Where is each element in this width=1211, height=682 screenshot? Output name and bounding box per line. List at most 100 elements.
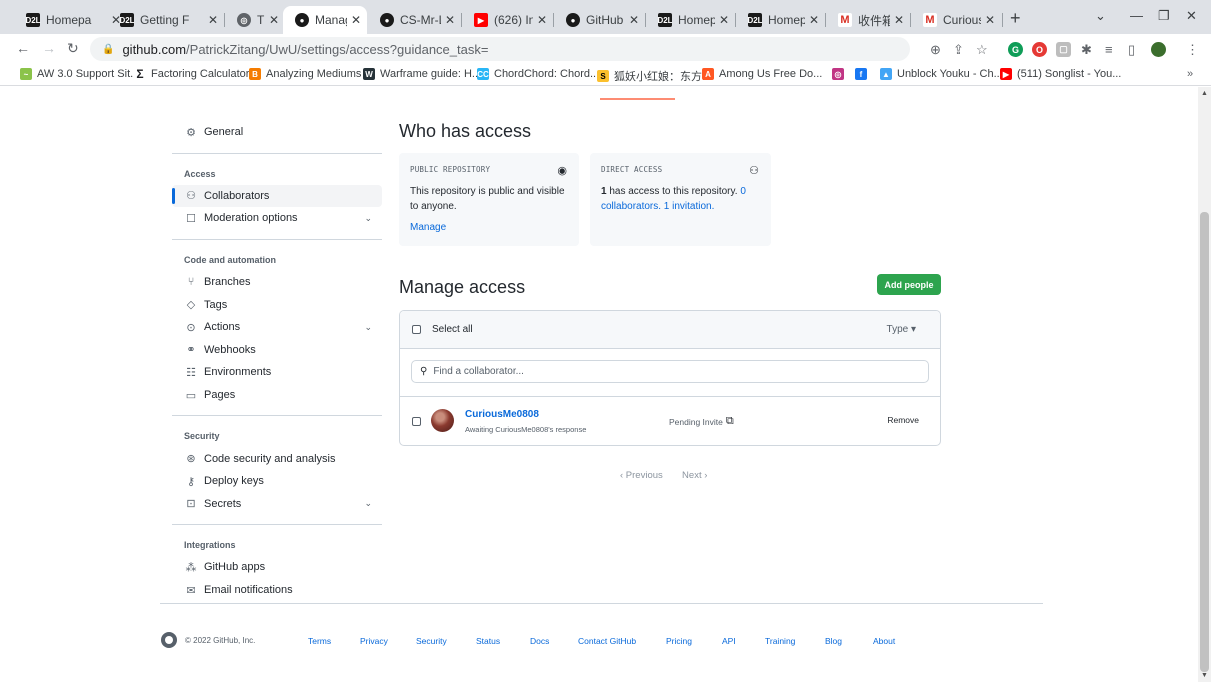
collaborators-box: Select all Type ▾ ⚲ Find a collaborator.… [399, 310, 941, 446]
reload-icon[interactable]: ↻ [67, 40, 79, 57]
close-icon[interactable]: ✕ [719, 13, 729, 27]
bookmark[interactable]: B Analyzing Mediums [249, 68, 361, 80]
bookmark[interactable]: f [855, 68, 872, 80]
new-tab-icon[interactable]: + [1010, 8, 1021, 29]
browser-tab[interactable]: ◎The Ultim✕ [225, 6, 285, 34]
sidebar-item-webhooks[interactable]: ⚭ Webhooks [172, 339, 382, 362]
row-checkbox[interactable] [412, 416, 421, 426]
browser-tab[interactable]: M收件箱 (✕ [826, 6, 910, 34]
profile-avatar[interactable] [1151, 42, 1166, 57]
sidebar-item-email-notifications[interactable]: ✉ Email notifications [172, 579, 382, 602]
collaborator-name-link[interactable]: CuriousMe0808 [465, 409, 539, 420]
close-icon[interactable]: ✕ [445, 13, 455, 27]
bookmark[interactable]: ▲ Unblock Youku - Ch... [880, 68, 1003, 80]
footer-link-terms[interactable]: Terms [308, 636, 331, 646]
side-panel-icon[interactable]: ▯ [1128, 42, 1135, 58]
minimize-icon[interactable]: — [1130, 8, 1143, 23]
bookmark[interactable]: CC ChordChord: Chord... [477, 68, 599, 80]
facebook-icon: f [855, 68, 867, 80]
more-bookmarks-icon[interactable]: » [1187, 68, 1193, 80]
puzzle-icon[interactable]: ✱ [1081, 42, 1092, 58]
footer-link-security[interactable]: Security [416, 636, 447, 646]
avatar [431, 409, 454, 432]
back-icon[interactable]: ← [16, 40, 30, 56]
close-icon[interactable]: ✕ [351, 13, 361, 27]
public-repository-card: PUBLIC REPOSITORY ◉ This repository is p… [399, 153, 579, 246]
footer-link-privacy[interactable]: Privacy [360, 636, 388, 646]
browser-tab[interactable]: D2LHomepa✕ [736, 6, 825, 34]
close-icon[interactable]: ✕ [894, 13, 904, 27]
footer-link-api[interactable]: API [722, 636, 736, 646]
address-bar[interactable]: 🔒 github.com/PatrickZitang/UwU/settings/… [90, 37, 910, 61]
chevron-down-icon: ⌄ [364, 498, 372, 509]
add-people-button[interactable]: Add people [877, 274, 941, 295]
share-icon[interactable]: ⇪ [953, 42, 964, 58]
manage-visibility-link[interactable]: Manage [410, 222, 446, 233]
sidebar-item-collaborators[interactable]: ⚇ Collaborators [172, 184, 382, 208]
sidebar-item-deploy-keys[interactable]: ⚷ Deploy keys [172, 470, 382, 493]
footer-link-pricing[interactable]: Pricing [666, 636, 692, 646]
browser-tab[interactable]: ●CS-Mr-Le✕ [368, 6, 461, 34]
close-icon[interactable]: ✕ [208, 13, 218, 27]
reading-list-icon[interactable]: ≡ [1105, 42, 1113, 57]
window-close-icon[interactable]: ✕ [1186, 8, 1197, 24]
select-all-checkbox[interactable] [412, 325, 421, 334]
browser-tab[interactable]: ●GitHub C✕ [554, 6, 645, 34]
browser-tab[interactable]: D2LHomepa✕ [646, 6, 735, 34]
remove-button[interactable]: Remove [887, 415, 919, 425]
browser-tab[interactable]: ▶ (626) In ✕ [462, 6, 553, 34]
sidebar-item-branches[interactable]: ⑂ Branches [172, 271, 382, 294]
close-icon[interactable]: ✕ [629, 13, 639, 27]
bookmark[interactable]: ~ AW 3.0 Support Sit... [20, 68, 139, 80]
scroll-up-arrow-icon[interactable]: ▲ [1201, 90, 1208, 97]
bookmark[interactable]: Σ Factoring Calculator [134, 67, 249, 81]
sidebar-item-actions[interactable]: ⊙ Actions ⌄ [172, 316, 382, 339]
copy-icon[interactable]: ⧉ [726, 415, 734, 428]
previous-page-button[interactable]: ‹ Previous [620, 470, 663, 481]
scroll-down-arrow-icon[interactable]: ▼ [1201, 672, 1208, 679]
close-icon[interactable]: ✕ [985, 13, 995, 27]
page-scrollbar[interactable]: ▲ ▼ [1198, 87, 1211, 682]
maximize-icon[interactable]: ❐ [1158, 8, 1170, 24]
footer-link-contact[interactable]: Contact GitHub [578, 636, 636, 646]
scrollbar-thumb[interactable] [1200, 212, 1209, 672]
sidebar-item-moderation-options[interactable]: ☐ Moderation options ⌄ [172, 207, 382, 230]
close-icon[interactable]: ✕ [809, 13, 819, 27]
bookmark[interactable]: ◎ [832, 68, 849, 80]
gmail-icon: M [838, 13, 852, 27]
zoom-icon[interactable]: ⊕ [930, 42, 941, 58]
browser-tab[interactable]: D2L Getting F ✕ [108, 6, 224, 34]
sidebar-item-pages[interactable]: ▭ Pages [172, 384, 382, 407]
sidebar-item-github-apps[interactable]: ⁂ GitHub apps [172, 556, 382, 579]
browser-tab-active[interactable]: ●Manage✕ [283, 6, 367, 34]
find-collaborator-input[interactable]: ⚲ Find a collaborator... [411, 360, 929, 383]
close-icon[interactable]: ✕ [537, 13, 547, 27]
sidebar-item-general[interactable]: ⚙ General [172, 121, 382, 144]
tab-search-icon[interactable]: ⌄ [1095, 8, 1106, 24]
next-page-button[interactable]: Next › [682, 470, 707, 481]
forward-icon[interactable]: → [42, 40, 56, 56]
bookmark[interactable]: S 狐妖小红娘：东方... [597, 68, 711, 84]
sidebar-item-secrets[interactable]: ⊡ Secrets ⌄ [172, 493, 382, 516]
grammarly-icon[interactable]: G [1008, 42, 1023, 57]
sidebar-item-tags[interactable]: ◇ Tags [172, 293, 382, 316]
opera-icon[interactable]: O [1032, 42, 1047, 57]
footer-link-status[interactable]: Status [476, 636, 500, 646]
footer-link-training[interactable]: Training [765, 636, 795, 646]
footer-link-docs[interactable]: Docs [530, 636, 549, 646]
bookmark-star-icon[interactable]: ☆ [976, 42, 988, 58]
extension-icon[interactable]: ▢ [1056, 42, 1071, 57]
search-row: ⚲ Find a collaborator... [400, 349, 940, 397]
type-filter-dropdown[interactable]: Type ▾ [887, 324, 916, 335]
bookmark[interactable]: W Warframe guide: H... [363, 68, 481, 80]
browser-tab[interactable]: MCuriousM✕ [911, 6, 1001, 34]
sidebar-item-code-security[interactable]: ⊛ Code security and analysis [172, 447, 382, 470]
sidebar-item-environments[interactable]: ☷ Environments [172, 361, 382, 384]
menu-icon[interactable]: ⋮ [1186, 42, 1199, 58]
bookmark[interactable]: A Among Us Free Do... [702, 68, 822, 80]
footer-link-blog[interactable]: Blog [825, 636, 842, 646]
footer-link-about[interactable]: About [873, 636, 895, 646]
github-logo-icon[interactable] [161, 632, 177, 648]
bookmark[interactable]: ▶ (511) Songlist - You... [1000, 68, 1121, 80]
close-icon[interactable]: ✕ [269, 13, 279, 27]
